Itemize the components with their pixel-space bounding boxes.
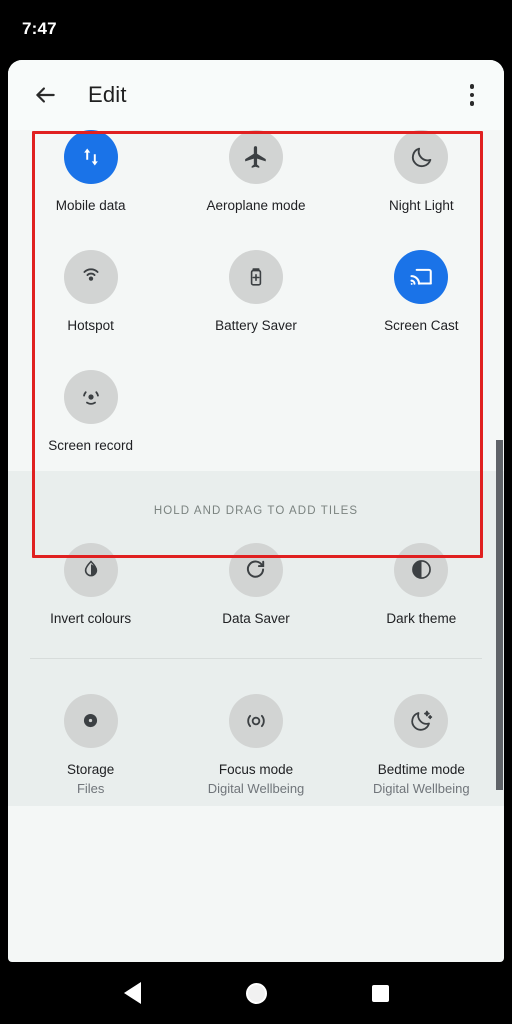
tile-label: Data Saver (222, 610, 290, 626)
focus-mode-icon (228, 693, 283, 748)
dark-theme-icon (394, 542, 449, 597)
tile-label: Hotspot (67, 317, 114, 333)
app-header: Edit (8, 60, 504, 130)
quick-settings-edit-card: Edit Mobile data Aeroplane mode Night Li… (8, 60, 504, 962)
nav-home-icon[interactable] (233, 970, 279, 1016)
more-vert-icon[interactable] (458, 78, 486, 112)
available-tiles-section: HOLD AND DRAG TO ADD TILES Invert colour… (8, 470, 504, 807)
storage-icon (63, 693, 118, 748)
menu-dot (469, 92, 475, 98)
tile-empty-slot (173, 370, 338, 455)
tile-label: Screen record (48, 437, 134, 453)
tile-label: Invert colours (50, 610, 132, 626)
cast-icon (394, 249, 449, 304)
phone-screen: 7:47 Edit Mobile data Aeroplane mode Nig… (0, 0, 512, 1024)
available-tiles-row-1: Invert colours Data Saver Dark theme (8, 542, 504, 628)
section-divider (30, 657, 482, 659)
tile-screen-cast[interactable]: Screen Cast (339, 249, 504, 335)
active-tiles-row-3: Screen record (8, 369, 504, 455)
scrollbar-thumb[interactable] (496, 440, 503, 790)
data-saver-icon (228, 542, 283, 597)
scrollbar-track[interactable] (496, 260, 503, 960)
tile-sublabel: Digital Wellbeing (207, 781, 305, 797)
tile-bedtime-mode[interactable]: Bedtime mode Digital Wellbeing (339, 693, 504, 797)
nav-recents-icon[interactable] (357, 970, 403, 1016)
tile-label: Bedtime mode (377, 761, 465, 777)
tile-aeroplane-mode[interactable]: Aeroplane mode (173, 130, 338, 215)
invert-colours-icon (63, 542, 118, 597)
active-tiles-section: Mobile data Aeroplane mode Night Light H… (8, 130, 504, 471)
active-tiles-row-2: Hotspot Battery Saver Screen Cast (8, 249, 504, 335)
tile-empty-slot (339, 370, 504, 455)
page-title: Edit (88, 82, 127, 107)
active-tiles-row-1: Mobile data Aeroplane mode Night Light (8, 130, 504, 215)
battery-saver-icon (228, 249, 283, 304)
status-bar-clock: 7:47 (22, 19, 57, 38)
hotspot-icon (63, 249, 118, 304)
moon-icon (394, 130, 449, 184)
tile-hotspot[interactable]: Hotspot (8, 249, 173, 335)
add-tiles-hint: HOLD AND DRAG TO ADD TILES (153, 504, 359, 517)
tile-storage[interactable]: Storage Files (8, 693, 173, 797)
mobile-data-icon (63, 130, 118, 184)
status-bar: 7:47 (0, 0, 512, 58)
menu-dot (469, 84, 475, 89)
tile-mobile-data[interactable]: Mobile data (8, 130, 173, 215)
tile-sublabel: Digital Wellbeing (373, 781, 470, 797)
tile-label: Focus mode (218, 761, 294, 777)
tile-label: Night Light (389, 198, 454, 213)
menu-dot (469, 101, 475, 106)
navigation-bar (0, 962, 512, 1024)
back-arrow-icon[interactable] (30, 80, 60, 110)
tile-label: Dark theme (386, 610, 457, 626)
tile-label: Battery Saver (215, 317, 297, 333)
tile-label: Screen Cast (384, 317, 459, 333)
tile-data-saver[interactable]: Data Saver (173, 542, 338, 628)
bedtime-mode-icon (394, 693, 449, 748)
tile-screen-record[interactable]: Screen record (8, 369, 173, 455)
tile-sublabel: Files (76, 781, 105, 797)
tile-label: Storage (67, 761, 115, 777)
tile-label: Mobile data (55, 198, 126, 213)
tile-label: Aeroplane mode (206, 198, 306, 213)
screen-record-icon (63, 369, 118, 424)
available-tiles-row-2: Storage Files Focus mode Digital Wellbei… (8, 693, 504, 797)
tiles-scroll-container[interactable]: Mobile data Aeroplane mode Night Light H… (8, 130, 504, 962)
tile-focus-mode[interactable]: Focus mode Digital Wellbeing (173, 693, 338, 797)
tile-invert-colours[interactable]: Invert colours (8, 542, 173, 628)
tile-dark-theme[interactable]: Dark theme (339, 542, 504, 628)
nav-back-icon[interactable] (109, 970, 155, 1016)
airplane-icon (228, 130, 283, 184)
tile-battery-saver[interactable]: Battery Saver (173, 249, 338, 335)
tile-night-light[interactable]: Night Light (339, 130, 504, 215)
